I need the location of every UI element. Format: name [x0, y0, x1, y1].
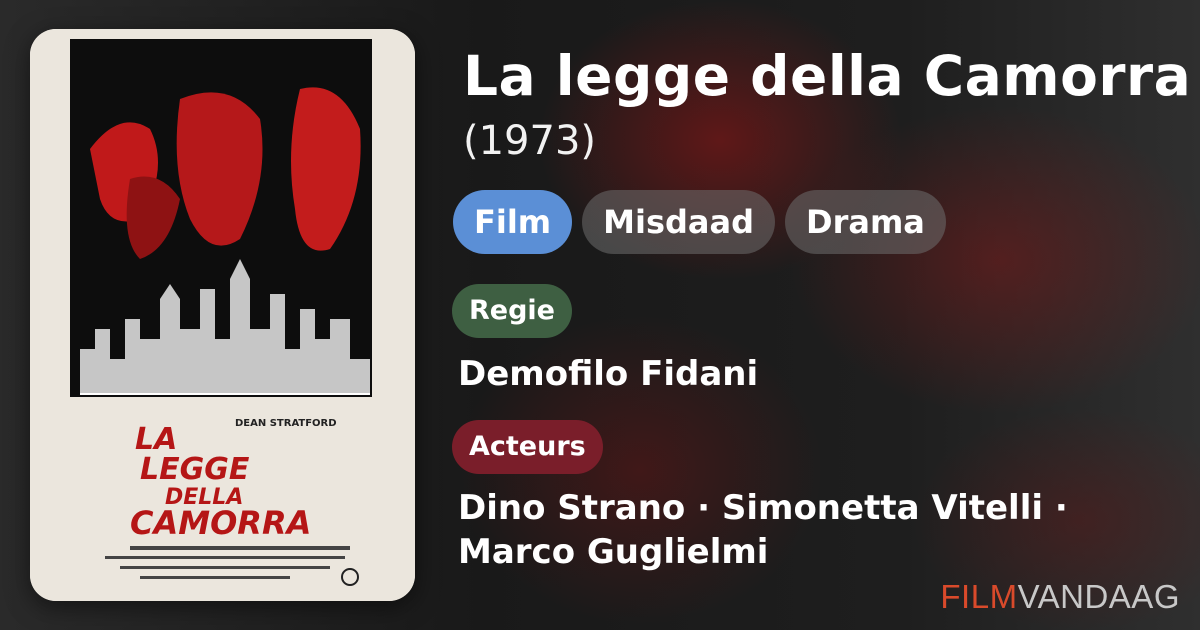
poster-title-line-4: CAMORRA [130, 504, 311, 542]
poster-artwork: LA LEGGE DELLA CAMORRA DEAN STRATFORD [30, 29, 415, 601]
poster-title-line-2: LEGGE [140, 452, 250, 487]
poster-top-credit: DEAN STRATFORD [235, 418, 337, 429]
genre-chip-film[interactable]: Film [453, 190, 573, 254]
movie-title: La legge della Camorra [463, 44, 1192, 108]
filmvandaag-logo: FILMVANDAAG [940, 578, 1180, 616]
actor-names: Dino Strano · Simonetta Vitelli · Marco … [458, 488, 1068, 572]
genre-list: Film Misdaad Drama [453, 190, 946, 254]
directors-label: Regie [452, 284, 572, 338]
actors-label: Acteurs [452, 420, 603, 474]
logo-part-film: FILM [940, 578, 1018, 615]
director-names: Demofilo Fidani [458, 354, 759, 394]
genre-chip-misdaad[interactable]: Misdaad [582, 190, 775, 254]
movie-year: (1973) [463, 118, 597, 164]
genre-chip-drama[interactable]: Drama [785, 190, 946, 254]
logo-part-vandaag: VANDAAG [1017, 578, 1180, 615]
movie-poster: LA LEGGE DELLA CAMORRA DEAN STRATFORD [30, 29, 415, 601]
